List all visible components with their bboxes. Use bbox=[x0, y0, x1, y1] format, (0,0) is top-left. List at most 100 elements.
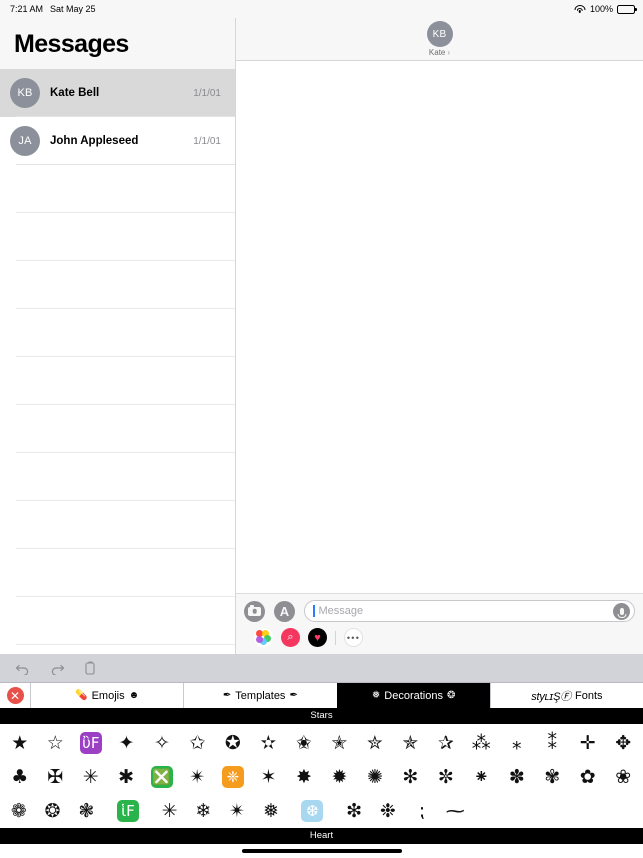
decoration-glyph[interactable]: ❆ bbox=[288, 800, 337, 822]
decoration-glyph[interactable]: ☆ bbox=[37, 733, 72, 753]
decoration-glyph[interactable]: ✶ bbox=[251, 767, 286, 787]
tab-templates[interactable]: ✒ Templates ✒ bbox=[183, 683, 336, 708]
decoration-glyph[interactable]: ✹ bbox=[322, 767, 357, 787]
decoration-glyph[interactable]: ✳ bbox=[153, 801, 187, 821]
battery-full-icon bbox=[617, 4, 637, 14]
decoration-glyph[interactable]: ⁂ bbox=[464, 733, 499, 753]
tab-emojis[interactable]: 💊 Emojis ☻ bbox=[30, 683, 183, 708]
undo-arrow-icon[interactable] bbox=[15, 662, 30, 675]
fitness-app-icon[interactable]: ♥ bbox=[308, 628, 327, 647]
redo-arrow-icon[interactable] bbox=[50, 662, 65, 675]
app-store-icon[interactable]: A bbox=[274, 600, 295, 622]
decoration-glyph[interactable]: ✴ bbox=[180, 767, 215, 787]
pencil-icon: ✒ bbox=[222, 690, 232, 701]
decoration-glyph[interactable]: ❈ bbox=[215, 766, 251, 788]
glyph-row: ★ ☆ ὒF ✦ ✧ ✩ ✪ ✫ ✬ ✭ ✮ ✯ ✰ ⁂ ⁎ ⁑ ✛ ✥ bbox=[2, 726, 641, 760]
decoration-glyph[interactable]: ✳ bbox=[73, 767, 108, 787]
decoration-glyph[interactable]: ❉ bbox=[371, 801, 405, 821]
decoration-glyph[interactable]: ✩ bbox=[180, 733, 215, 753]
music-app-icon[interactable]: ⌕ bbox=[281, 628, 300, 647]
message-input[interactable]: Message bbox=[304, 600, 635, 622]
decoration-glyph[interactable]: ✦ bbox=[109, 733, 144, 753]
decoration-glyph[interactable]: ✺ bbox=[357, 767, 392, 787]
decoration-glyph[interactable]: ❀ bbox=[605, 767, 640, 787]
conversation-name: Kate Bell bbox=[50, 87, 100, 99]
decoration-glyph[interactable]: ✬ bbox=[286, 733, 321, 753]
chevron-right-icon: › bbox=[447, 48, 451, 57]
tab-decorations[interactable]: ❅ Decorations ❂ bbox=[336, 683, 490, 708]
conversation-row-john-appleseed[interactable]: JA John Appleseed 1/1/01 bbox=[0, 117, 235, 165]
decoration-glyph[interactable]: ἱF bbox=[103, 800, 152, 822]
snowflake-icon: ❅ bbox=[371, 690, 381, 701]
decoration-glyph[interactable]: ❇ bbox=[337, 801, 371, 821]
decoration-glyph[interactable]: ὒF bbox=[73, 732, 109, 754]
conversation-row-kate-bell[interactable]: KB Kate Bell 1/1/01 bbox=[0, 69, 235, 117]
tab-fonts[interactable]: stуʟɪŞⒻ Fonts bbox=[489, 683, 643, 708]
decoration-glyph[interactable]: ✻ bbox=[393, 767, 428, 787]
empty-conversation-row bbox=[0, 549, 235, 597]
decoration-glyph[interactable]: ✿ bbox=[570, 767, 605, 787]
sticker-app-panel: ✕ 💊 Emojis ☻ ✒ Templates ✒ ❅ Decorations… bbox=[0, 654, 643, 858]
decoration-glyph[interactable]: ⁎ bbox=[499, 733, 534, 753]
conversation-list: KB Kate Bell 1/1/01 JA John Appleseed 1/… bbox=[0, 69, 235, 654]
more-apps-button[interactable]: ••• bbox=[344, 628, 363, 647]
decoration-glyph[interactable]: ✧ bbox=[144, 733, 179, 753]
decoration-glyph[interactable]: ❂ bbox=[36, 801, 70, 821]
conversation-pane: KB Kate › A Message ⌕ ♥ ••• bbox=[236, 18, 643, 654]
decoration-glyph[interactable]: ❁ bbox=[2, 801, 36, 821]
text-caret bbox=[313, 605, 315, 617]
decoration-glyph[interactable]: ✯ bbox=[393, 733, 428, 753]
panel-toolbar bbox=[0, 654, 643, 682]
decoration-glyph[interactable]: ✪ bbox=[215, 733, 250, 753]
decoration-glyph[interactable]: ⁏ bbox=[405, 801, 439, 821]
decoration-glyph[interactable]: ✱ bbox=[108, 767, 143, 787]
conversation-sidebar: Messages KB Kate Bell 1/1/01 JA John App… bbox=[0, 18, 236, 654]
camera-icon[interactable] bbox=[244, 600, 265, 622]
decoration-glyph[interactable]: ✭ bbox=[322, 733, 357, 753]
close-panel-cell[interactable]: ✕ bbox=[0, 683, 30, 708]
avatar: JA bbox=[10, 126, 40, 156]
decoration-glyph[interactable]: ✾ bbox=[535, 767, 570, 787]
decoration-glyph[interactable]: ✛ bbox=[570, 733, 605, 753]
avatar: KB bbox=[10, 78, 40, 108]
decoration-glyph[interactable]: ✸ bbox=[286, 767, 321, 787]
decoration-glyph[interactable]: ★ bbox=[2, 733, 37, 753]
photos-app-icon[interactable] bbox=[254, 628, 273, 647]
decoration-glyph[interactable]: ⁕ bbox=[464, 767, 499, 787]
decoration-glyph[interactable]: ✫ bbox=[251, 733, 286, 753]
empty-conversation-row bbox=[0, 213, 235, 261]
decoration-glyph[interactable]: ✼ bbox=[428, 767, 463, 787]
tab-fonts-prefix: stуʟɪŞⒻ bbox=[531, 690, 572, 703]
apps-divider bbox=[335, 630, 336, 645]
empty-conversation-row bbox=[0, 261, 235, 309]
decoration-glyph[interactable]: ❄ bbox=[186, 801, 220, 821]
pencil-icon: ✒ bbox=[289, 690, 298, 701]
ipad-messages-screen: 7:21 AM Sat May 25 100% Messages KB Kate… bbox=[0, 0, 643, 858]
decoration-glyph[interactable]: ✽ bbox=[499, 767, 534, 787]
microphone-icon[interactable] bbox=[613, 602, 630, 620]
decoration-glyph[interactable]: ♣ bbox=[2, 767, 37, 787]
status-time: 7:21 AM bbox=[10, 4, 44, 14]
split-view: Messages KB Kate Bell 1/1/01 JA John App… bbox=[0, 18, 643, 654]
decoration-glyph[interactable]: ⁑ bbox=[535, 733, 570, 753]
battery-percent-label: 100% bbox=[589, 4, 613, 14]
decoration-glyph[interactable]: ⁓ bbox=[438, 801, 472, 821]
glyph-row: ❁ ❂ ❃ ἱF ✳ ❄ ✴ ❅ ❆ ❇ ❉ ⁏ ⁓ bbox=[2, 794, 641, 828]
conversation-row-main: John Appleseed bbox=[40, 135, 193, 147]
page-title: Messages bbox=[14, 30, 129, 58]
decoration-glyph[interactable]: ❃ bbox=[70, 801, 104, 821]
decoration-glyph[interactable]: ❅ bbox=[254, 801, 288, 821]
copy-icon[interactable] bbox=[85, 661, 97, 675]
decoration-glyph[interactable]: ❎ bbox=[144, 766, 180, 788]
home-indicator[interactable] bbox=[241, 849, 402, 853]
close-icon[interactable]: ✕ bbox=[6, 687, 24, 704]
decoration-glyph[interactable]: ✠ bbox=[37, 767, 72, 787]
message-thread bbox=[236, 61, 643, 593]
conversation-header-label: Kate bbox=[428, 48, 446, 57]
decoration-glyph[interactable]: ✮ bbox=[357, 733, 392, 753]
conversation-header[interactable]: KB Kate › bbox=[236, 18, 643, 61]
decoration-glyph[interactable]: ✴ bbox=[220, 801, 254, 821]
decoration-glyph[interactable]: ✰ bbox=[428, 733, 463, 753]
pill-icon: 💊 bbox=[75, 690, 88, 701]
decoration-glyph[interactable]: ✥ bbox=[605, 733, 640, 753]
